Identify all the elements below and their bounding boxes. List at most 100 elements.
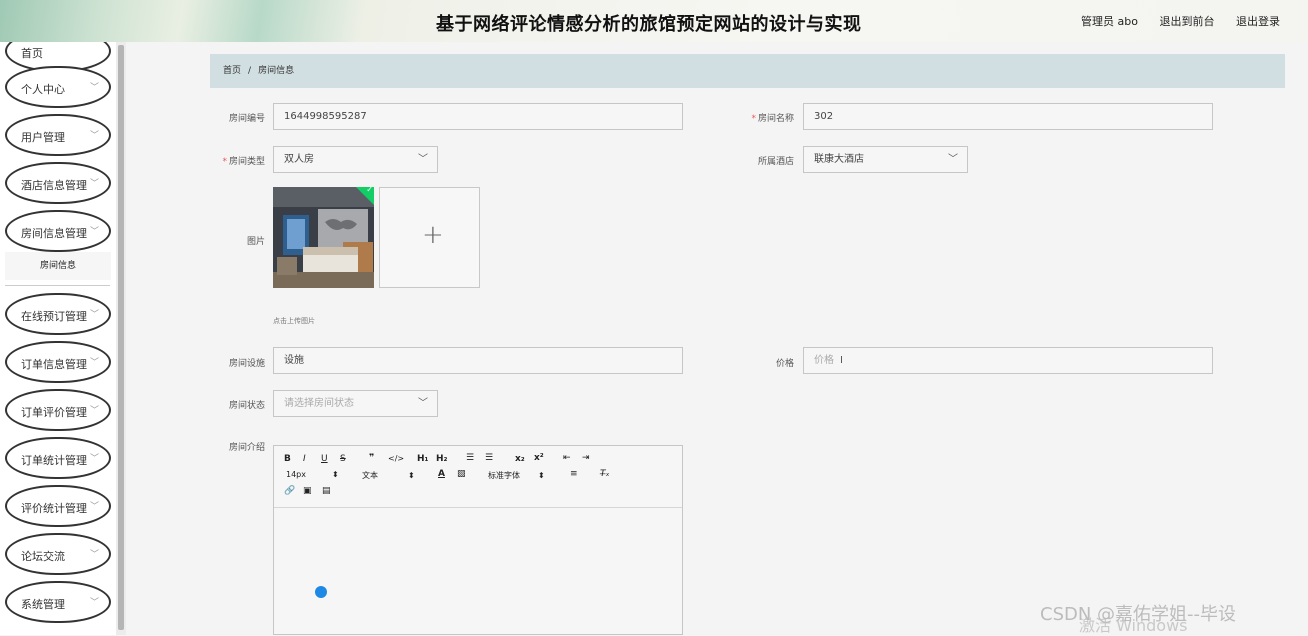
image-icon[interactable]: ▣	[303, 486, 312, 496]
select-arrow-icon: ⬍	[408, 471, 415, 480]
code-icon[interactable]: </>	[388, 454, 404, 463]
room-name-label-text: 房间名称	[757, 114, 794, 124]
facilities-input[interactable]: 设施	[273, 347, 683, 374]
paragraph-select[interactable]: 文本 ⬍	[362, 470, 415, 481]
admin-name: 管理员 abo	[1081, 15, 1138, 28]
sidebar: 首页 个人中心 ﹀ 用户管理 ﹀ 酒店信息管理 ﹀ 房间信息管理 ﹀ 房间信息 在线预订…	[0, 42, 116, 635]
chevron-down-icon: ﹀	[418, 154, 428, 165]
align-icon[interactable]: ≡	[570, 469, 578, 479]
video-icon[interactable]: ▤	[322, 486, 331, 496]
breadcrumb: 首页 / 房间信息	[210, 54, 1285, 88]
editor-toolbar: B I U S ❞ </> H₁ H₂ ☰ ☰ x₂ x² ⇤ ⇥ 14px ⬍ …	[274, 446, 682, 508]
sidebar-item-user-management[interactable]: 用户管理 ﹀	[5, 114, 111, 156]
sidebar-item-order-review[interactable]: 订单评价管理 ﹀	[5, 389, 111, 431]
chevron-down-icon: ﹀	[418, 398, 428, 409]
chevron-down-icon: ﹀	[89, 550, 99, 560]
sidebar-item-review-stats[interactable]: 评价统计管理 ﹀	[5, 485, 111, 527]
sidebar-item-order-info[interactable]: 订单信息管理 ﹀	[5, 341, 111, 383]
sidebar-item-label: 评价统计管理	[21, 502, 87, 515]
header-bar: 基于网络评论情感分析的旅馆预定网站的设计与实现 管理员 abo 退出到前台 退出…	[0, 0, 1308, 42]
chevron-down-icon: ﹀	[89, 179, 99, 189]
font-size-select[interactable]: 14px ⬍	[286, 470, 339, 479]
header-links: 管理员 abo 退出到前台 退出登录	[1063, 13, 1280, 29]
chevron-down-icon: ﹀	[948, 154, 958, 165]
ordered-list-icon[interactable]: ☰	[466, 453, 474, 463]
hotel-label: 所属酒店	[757, 157, 794, 167]
sidebar-item-label: 在线预订管理	[21, 310, 87, 323]
chevron-down-icon: ﹀	[89, 310, 99, 320]
link-icon[interactable]: 🔗	[284, 486, 295, 496]
sidebar-subitem-room-info[interactable]: 房间信息	[5, 252, 111, 280]
sidebar-item-label: 系统管理	[21, 598, 65, 611]
font-color-icon[interactable]: A	[438, 469, 445, 479]
main-content: 首页 / 房间信息 房间编号 1644998595287 * 房间名称 302 * 房间…	[126, 42, 1308, 635]
chevron-down-icon: ﹀	[89, 83, 99, 93]
room-type-label-text: 房间类型	[228, 157, 265, 167]
select-arrow-icon: ⬍	[538, 471, 545, 480]
sidebar-item-label: 房间信息管理	[21, 227, 87, 240]
heading1-button[interactable]: H₁	[417, 454, 428, 464]
sidebar-item-system[interactable]: 系统管理 ﹀	[5, 581, 111, 623]
breadcrumb-current: 房间信息	[258, 66, 295, 76]
chevron-down-icon: ﹀	[89, 406, 99, 416]
sidebar-scrollbar[interactable]	[116, 42, 126, 635]
bullet-list-icon[interactable]: ☰	[485, 453, 493, 463]
heading2-button[interactable]: H₂	[436, 454, 447, 464]
intro-label: 房间介绍	[228, 443, 265, 453]
superscript-button[interactable]: x²	[534, 453, 544, 463]
background-color-icon[interactable]: ▧	[457, 469, 466, 479]
status-select[interactable]: 请选择房间状态 ﹀	[273, 390, 438, 417]
quote-icon[interactable]: ❞	[369, 453, 374, 463]
sidebar-item-label: 订单评价管理	[21, 406, 87, 419]
chevron-down-icon: ﹀	[89, 598, 99, 608]
underline-button[interactable]: U	[321, 454, 328, 464]
cursor-indicator	[315, 586, 327, 598]
text-cursor-icon: I	[840, 355, 843, 366]
sidebar-item-order-stats[interactable]: 订单统计管理 ﹀	[5, 437, 111, 479]
breadcrumb-home[interactable]: 首页	[223, 66, 241, 76]
facilities-label: 房间设施	[228, 359, 265, 369]
strikethrough-button[interactable]: S	[340, 454, 346, 464]
chevron-down-icon: ﹀	[89, 358, 99, 368]
room-type-value: 双人房	[284, 154, 314, 165]
status-label: 房间状态	[228, 401, 265, 411]
room-photo-thumbnail[interactable]: ✓	[273, 187, 374, 288]
room-type-label: * 房间类型	[222, 157, 265, 167]
chevron-down-icon: ﹀	[89, 131, 99, 141]
upload-add-button[interactable]: +	[379, 187, 480, 288]
room-type-select[interactable]: 双人房 ﹀	[273, 146, 438, 173]
room-no-label: 房间编号	[228, 114, 265, 124]
room-name-input[interactable]: 302	[803, 103, 1213, 130]
room-no-input[interactable]: 1644998595287	[273, 103, 683, 130]
paragraph-value: 文本	[362, 471, 378, 480]
select-arrow-icon: ⬍	[332, 470, 339, 479]
check-icon: ✓	[366, 187, 373, 194]
sidebar-item-online-booking[interactable]: 在线预订管理 ﹀	[5, 293, 111, 335]
room-name-label: * 房间名称	[751, 114, 794, 124]
bold-button[interactable]: B	[284, 454, 291, 464]
sidebar-item-hotel-info[interactable]: 酒店信息管理 ﹀	[5, 162, 111, 204]
indent-icon[interactable]: ⇥	[582, 453, 590, 463]
sidebar-item-label: 个人中心	[21, 83, 65, 96]
logout-link[interactable]: 退出登录	[1236, 15, 1280, 28]
hotel-select[interactable]: 联康大酒店 ﹀	[803, 146, 968, 173]
frontend-link[interactable]: 退出到前台	[1160, 15, 1215, 28]
breadcrumb-separator: /	[248, 66, 252, 76]
sidebar-item-personal-center[interactable]: 个人中心 ﹀	[5, 66, 111, 108]
clear-format-icon[interactable]: T̶ₓ	[600, 469, 610, 479]
sidebar-item-label: 订单信息管理	[21, 358, 87, 371]
price-input[interactable]: 价格 I	[803, 347, 1213, 374]
price-label: 价格	[775, 359, 794, 369]
sidebar-item-room-info[interactable]: 房间信息管理 ﹀	[5, 210, 111, 252]
subscript-button[interactable]: x₂	[515, 454, 525, 464]
chevron-down-icon: ﹀	[89, 502, 99, 512]
outdent-icon[interactable]: ⇤	[563, 453, 571, 463]
scrollbar-thumb[interactable]	[118, 45, 124, 630]
font-family-select[interactable]: 标准字体 ⬍	[488, 470, 545, 481]
sidebar-item-label: 订单统计管理	[21, 454, 87, 467]
price-placeholder: 价格	[814, 355, 834, 366]
sidebar-item-label: 酒店信息管理	[21, 179, 87, 192]
italic-button[interactable]: I	[303, 454, 306, 464]
csdn-watermark: CSDN @嘉佑学姐--毕设	[1040, 604, 1237, 625]
sidebar-item-forum[interactable]: 论坛交流 ﹀	[5, 533, 111, 575]
